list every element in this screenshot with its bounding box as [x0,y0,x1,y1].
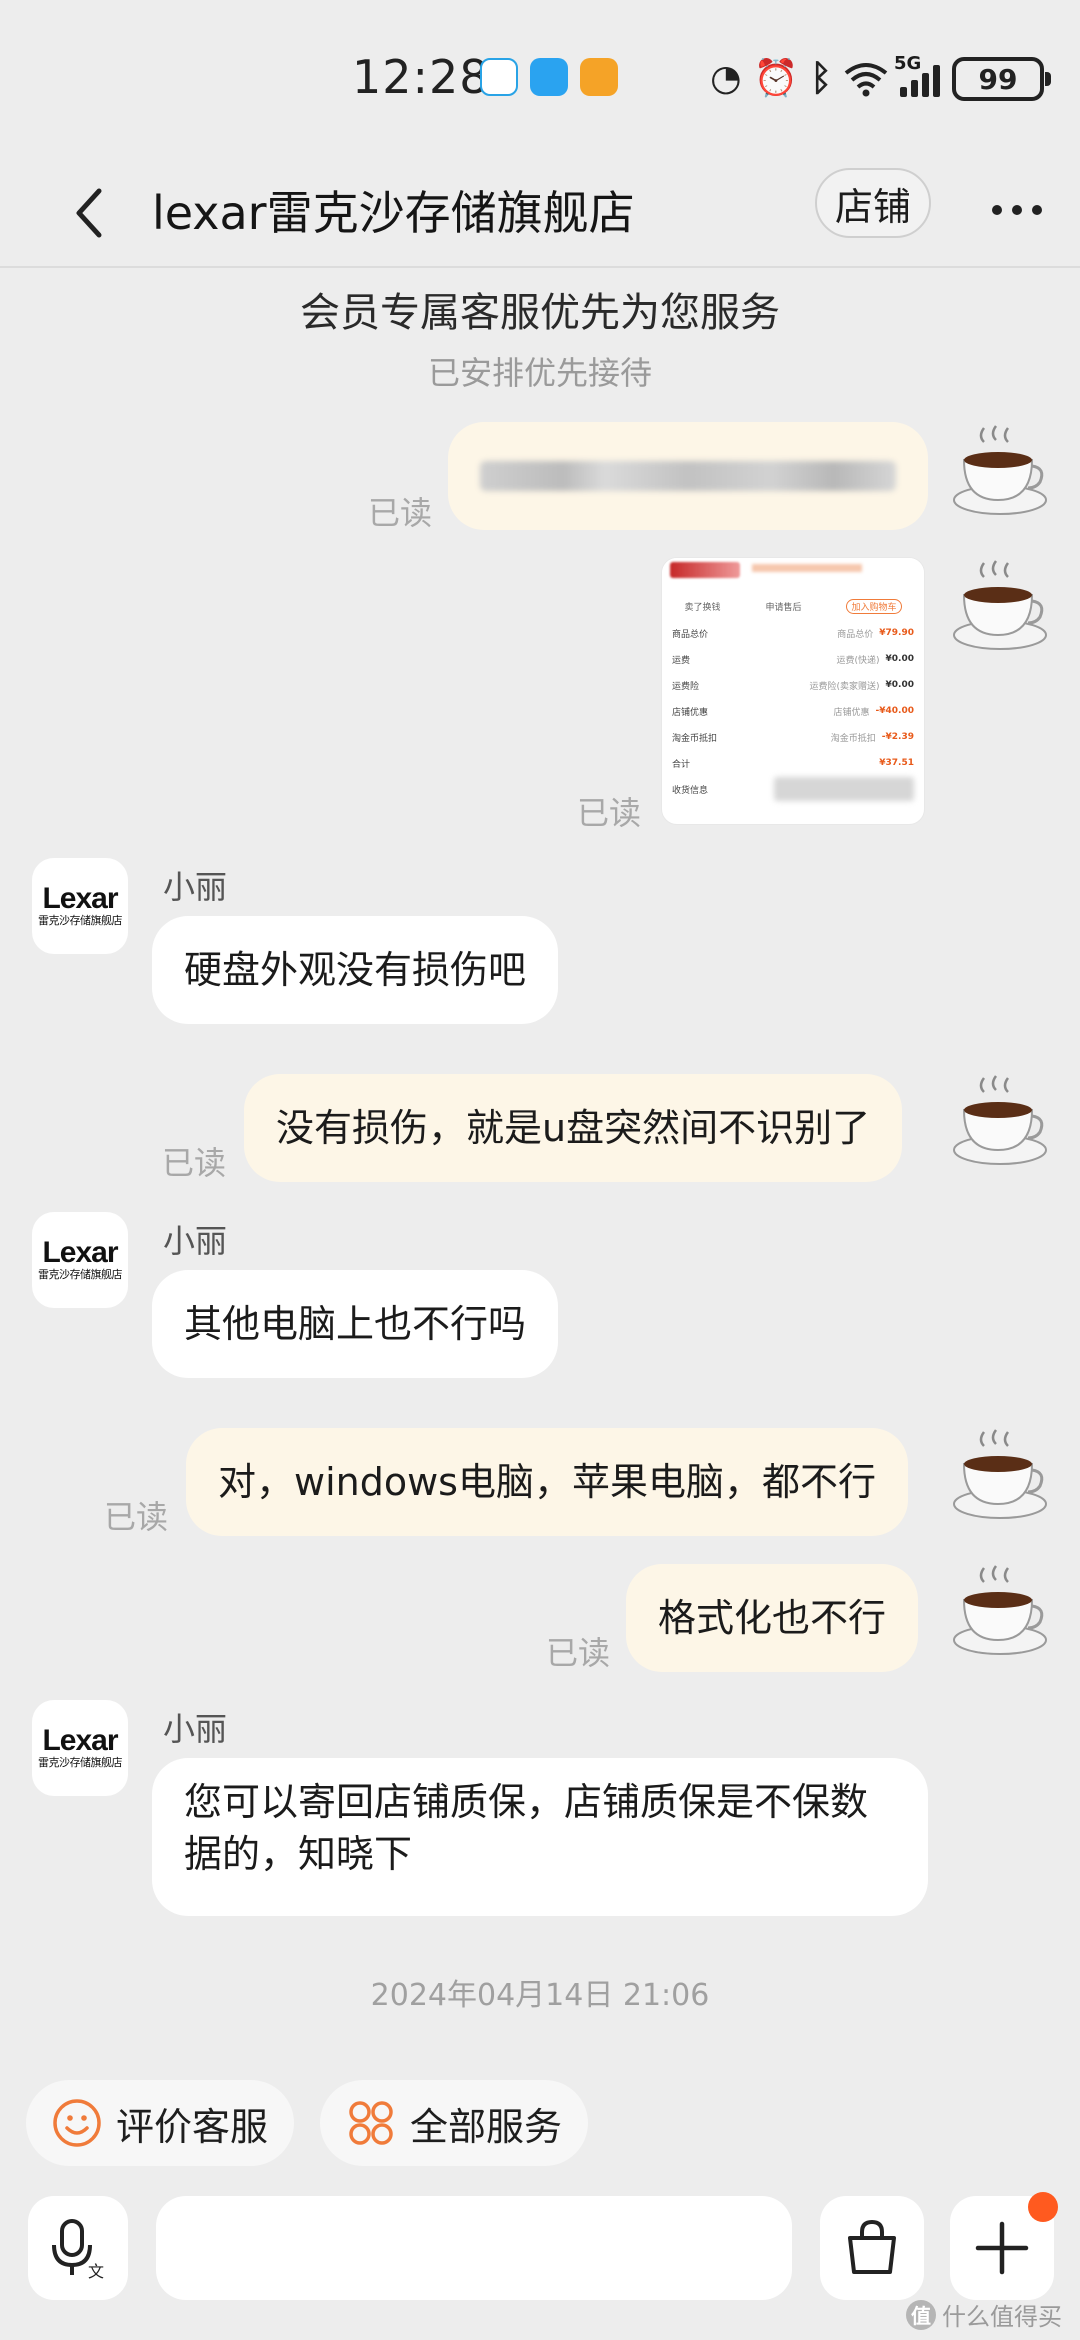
shop-button[interactable]: 店铺 [815,168,931,238]
screenshot-header [662,558,924,592]
chevron-left-icon [76,188,102,238]
screenshot-row: 运费险 运费险(卖家赠送) ¥0.00 [672,680,914,692]
redacted-text [480,461,896,491]
coffee-cup-avatar [953,425,1047,515]
clock: 12:28 [352,50,490,104]
coffee-cup-avatar [953,560,1047,650]
more-menu-button[interactable] [982,180,1052,240]
vip-service-notice: 会员专属客服优先为您服务 [300,290,780,336]
smile-icon [53,2099,101,2147]
plus-icon [975,2221,1029,2275]
lexar-logo-subtitle: 雷克沙存储旗舰店 [38,914,123,927]
message-bubble[interactable]: 对，windows电脑，苹果电脑，都不行 [186,1428,908,1536]
cellular-signal-icon: 5G [894,53,940,97]
message-timestamp: 2024年04月14日 21:06 [370,1978,710,2013]
blurred-address [774,777,914,801]
message-bubble[interactable]: 您可以寄回店铺质保，店铺质保是不保数据的，知晓下 [152,1758,928,1916]
chat-header: lexar雷克沙存储旗舰店 店铺 [0,160,1080,268]
screenshot-row: 店铺优惠 店铺优惠 -¥40.00 [672,706,914,718]
agent-avatar[interactable]: Lexar 雷克沙存储旗舰店 [32,1212,128,1308]
read-receipt: 已读 [104,1498,169,1536]
status-icons: ◔ ⏰ ᛒ 5G 99 [710,53,1051,102]
watermark-logo-icon: 值 [906,2299,936,2330]
quick-actions: 评价客服 全部服务 [26,2080,589,2166]
blurred-product-thumb [670,562,740,578]
grid-icon [349,2101,393,2145]
screenshot-row: 淘金币抵扣 淘金币抵扣 -¥2.39 [672,732,914,744]
agent-avatar[interactable]: Lexar 雷克沙存储旗舰店 [32,858,128,954]
screenshot-row: 收货信息 [662,776,924,802]
coffee-cup-avatar [953,1429,1047,1519]
more-dots-icon [992,205,1002,215]
rate-service-button[interactable]: 评价客服 [26,2080,295,2166]
rate-service-label: 评价客服 [116,2104,269,2149]
notification-dot [1028,2192,1058,2222]
message-bubble[interactable]: 硬盘外观没有损伤吧 [152,916,559,1024]
svg-text:文: 文 [88,2262,104,2279]
order-screenshot-image[interactable]: 卖了换钱 申请售后 加入购物车 商品总价 商品总价 ¥79.90 运费 运费(快递) ¥… [661,557,925,825]
message-bubble-redacted[interactable] [448,422,928,530]
message-text: 对，windows电脑，苹果电脑，都不行 [218,1460,876,1504]
screenshot-row: 合计 ¥37.51 [672,758,914,770]
screenshot-row: 商品总价 商品总价 ¥79.90 [672,628,914,640]
input-bar: 文 值 什么值得买 [0,2192,1080,2340]
battery-icon: 99 [952,57,1051,101]
voice-input-button[interactable]: 文 [28,2196,128,2300]
lexar-logo: Lexar [42,1236,118,1269]
wifi-icon [844,63,888,97]
read-receipt: 已读 [546,1634,611,1672]
priority-notice: 已安排优先接待 [427,354,652,392]
watermark-text: 什么值得买 [942,2303,1062,2331]
lexar-logo: Lexar [42,882,118,915]
message-text: 其他电脑上也不行吗 [184,1302,527,1346]
bluetooth-icon: ᛒ [810,58,832,99]
coffee-cup-avatar [953,1565,1047,1655]
lexar-logo-subtitle: 雷克沙存储旗舰店 [38,1268,123,1281]
more-actions-button[interactable] [950,2192,1058,2300]
message-bubble[interactable]: 没有损伤，就是u盘突然间不识别了 [244,1074,903,1182]
message-bubble[interactable]: 其他电脑上也不行吗 [152,1270,559,1378]
microphone-icon: 文 [52,2219,104,2279]
battery-level: 99 [978,62,1018,96]
back-button[interactable] [54,178,124,248]
message-app-icon [480,58,518,96]
read-receipt: 已读 [577,794,642,832]
screenshot-row: 运费 运费(快递) ¥0.00 [672,654,914,666]
sender-name: 小丽 [163,1710,228,1748]
tasks-app-icon [580,58,618,96]
network-type: 5G [894,53,922,74]
coffee-cup-avatar [953,1075,1047,1165]
data-saver-icon: ◔ [710,58,742,99]
message-text: 格式化也不行 [658,1596,887,1640]
message-input[interactable] [156,2196,917,2300]
screenshot-tab: 卖了换钱 [684,602,721,613]
shopping-bag-button[interactable] [820,2196,924,2300]
status-bar: 12:28 ◔ ⏰ ᛒ 5G 99 [0,0,1080,160]
message-text: 没有损伤，就是u盘突然间不识别了 [276,1106,871,1150]
all-services-label: 全部服务 [410,2104,563,2149]
screenshot-tab: 加入购物车 [846,598,902,614]
shop-title: lexar雷克沙存储旗舰店 [152,186,635,240]
lexar-logo-subtitle: 雷克沙存储旗舰店 [38,1756,123,1769]
blurred-text [752,564,862,572]
chat-app-icon [530,58,568,96]
sender-name: 小丽 [163,868,228,906]
shopping-bag-icon [848,2219,896,2274]
alarm-icon: ⏰ [753,58,799,99]
screenshot-tabs: 卖了换钱 申请售后 加入购物车 [662,592,924,620]
message-text: 硬盘外观没有损伤吧 [184,948,527,992]
message-bubble[interactable]: 格式化也不行 [626,1564,919,1672]
lexar-logo: Lexar [42,1724,118,1757]
message-text: 您可以寄回店铺质保，店铺质保是不保数据的，知晓下 [184,1780,869,1876]
read-receipt: 已读 [368,494,433,532]
sender-name: 小丽 [163,1222,228,1260]
agent-avatar[interactable]: Lexar 雷克沙存储旗舰店 [32,1700,128,1796]
watermark: 值 什么值得买 [906,2297,1062,2332]
screenshot-tab: 申请售后 [765,602,802,613]
read-receipt: 已读 [162,1144,227,1182]
all-services-button[interactable]: 全部服务 [320,2080,589,2166]
